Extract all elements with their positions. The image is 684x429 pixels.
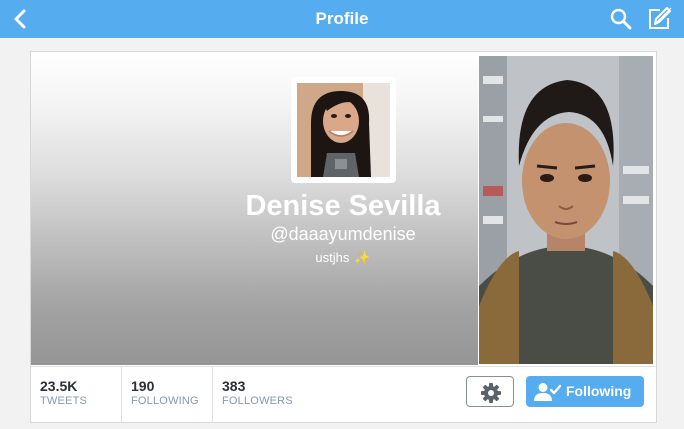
stat-followers[interactable]: 383 FOLLOWERS xyxy=(212,366,308,422)
stat-tweets-value: 23.5K xyxy=(40,378,78,394)
stat-following-label: FOLLOWING xyxy=(131,395,199,407)
avatar xyxy=(297,83,390,177)
search-icon xyxy=(610,8,632,30)
bio-label: ustjhs xyxy=(315,250,350,265)
username-handle[interactable]: @daaayumdenise xyxy=(160,224,526,245)
stat-followers-value: 383 xyxy=(222,378,246,394)
stat-tweets-label: TWEETS xyxy=(40,395,88,407)
gear-icon xyxy=(481,383,501,403)
compose-button[interactable] xyxy=(646,6,672,32)
media-photo[interactable] xyxy=(479,56,653,364)
following-button[interactable]: Following xyxy=(526,376,644,407)
stat-following-value: 190 xyxy=(131,378,155,394)
compose-icon xyxy=(649,7,672,29)
settings-button[interactable] xyxy=(466,376,514,407)
top-navigation-bar: Profile xyxy=(0,0,684,38)
page-title: Profile xyxy=(315,9,369,28)
avatar-frame[interactable] xyxy=(291,77,396,183)
stat-followers-label: FOLLOWERS xyxy=(222,395,293,407)
stat-following[interactable]: 190 FOLLOWING xyxy=(121,366,211,422)
following-button-label: Following xyxy=(566,383,632,399)
bio-text: ustjhs ✨ xyxy=(160,250,526,266)
stat-tweets[interactable]: 23.5K TWEETS xyxy=(31,366,120,422)
sparkles-emoji: ✨ xyxy=(354,250,371,265)
search-button[interactable] xyxy=(609,7,633,31)
display-name: Denise Sevilla xyxy=(245,190,441,222)
person-check-icon xyxy=(534,383,562,401)
